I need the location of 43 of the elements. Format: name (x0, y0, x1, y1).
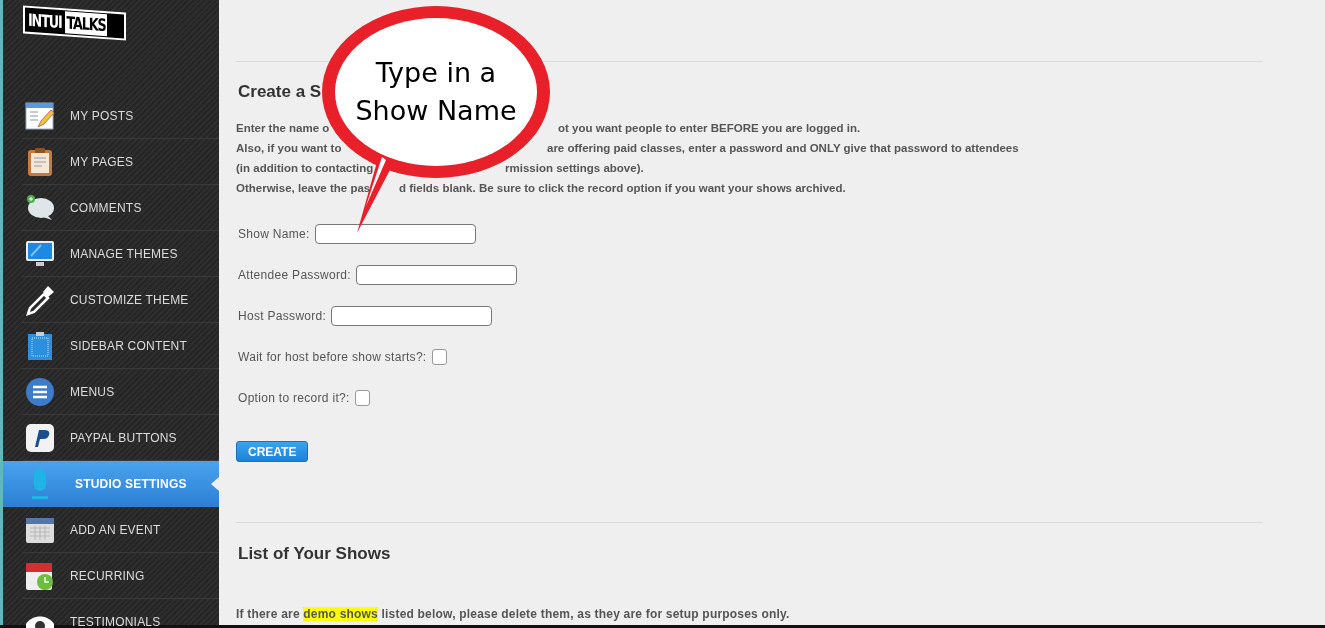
sidebar-item[interactable]: MY PAGES (22, 139, 219, 185)
instruction-text: are offering paid classes, enter a password and ONLY give that password to attendees (547, 141, 1019, 157)
checkbox[interactable] (431, 349, 447, 365)
grid-board-icon (27, 330, 53, 361)
sidebar-item[interactable]: ADD AN EVENT (22, 507, 219, 553)
input-field[interactable] (331, 306, 493, 326)
logo: INTUI TALKS (23, 5, 126, 41)
input-field[interactable] (314, 224, 476, 244)
instruction-text: Enter the name o (236, 122, 330, 135)
input-field[interactable] (355, 265, 517, 285)
callout-text: Show Name (355, 94, 517, 128)
sidebar-item[interactable]: MANAGE THEMES (22, 231, 219, 277)
field-label: Option to record it?: (238, 390, 350, 407)
callout-text: Type in a (375, 56, 497, 90)
instruction-text: Otherwise, leave the pas (236, 182, 371, 195)
pointer-arrow-icon (211, 477, 219, 491)
instruction-text: rmission settings above). (505, 161, 644, 177)
section-heading: Create a S (238, 81, 323, 103)
sidebar-item[interactable]: CUSTOMIZE THEME (22, 277, 219, 323)
instruction-text: ot you want people to enter BEFORE you are logged in. (558, 121, 861, 137)
checkbox[interactable] (354, 390, 370, 406)
speech-bubble-icon (25, 193, 55, 222)
field-label: Host Password: (238, 308, 327, 325)
eyedropper-icon (25, 283, 55, 316)
instruction-text: d fields blank. Be sure to click the record option if you want your shows archived. (399, 181, 846, 197)
monitor-icon (25, 239, 55, 268)
sidebar-item[interactable]: MENUS (22, 369, 219, 415)
notepad-pencil-icon (25, 100, 55, 131)
menu-icon (25, 376, 55, 407)
section-heading: List of Your Shows (238, 542, 392, 565)
instruction-text: If there are demo shows listed below, please delete them, as they are for setup purposes only. (236, 605, 791, 623)
clipboard-icon (27, 146, 53, 177)
sidebar-item[interactable]: SIDEBAR CONTENT (22, 323, 219, 369)
sidebar-item[interactable]: RECURRING (22, 553, 219, 599)
microphone-icon (29, 468, 51, 500)
field-label: Wait for host before show starts?: (238, 349, 427, 366)
field-label: Attendee Password: (238, 267, 351, 284)
field-label: Show Name: (238, 226, 310, 243)
sidebar-item[interactable]: COMMENTS (22, 185, 219, 231)
sidebar-item[interactable]: MY POSTS (22, 93, 219, 139)
p-letter-icon (25, 422, 55, 453)
instruction-text: (in addition to contacting (236, 162, 374, 175)
instruction-text: Also, if you want to (236, 142, 342, 155)
